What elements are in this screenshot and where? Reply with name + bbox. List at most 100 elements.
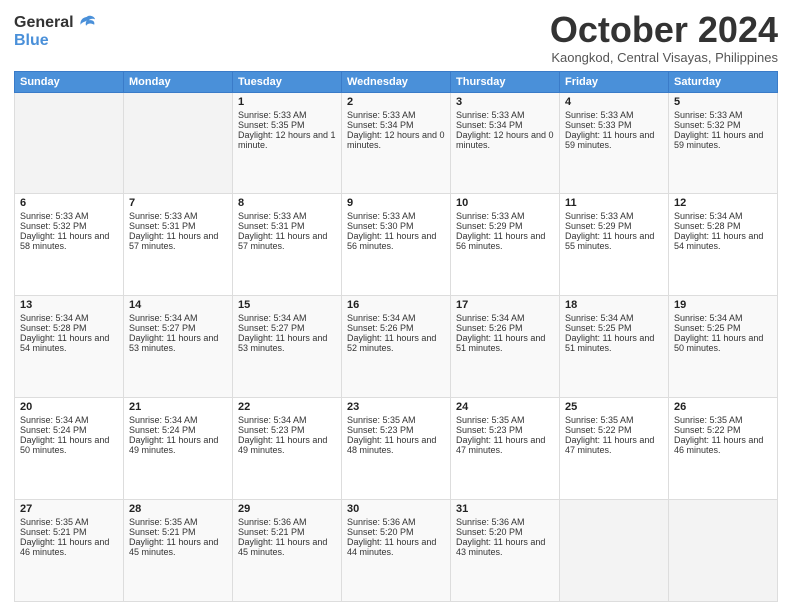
- sunrise-text: Sunrise: 5:34 AM: [565, 313, 663, 323]
- daylight-text: Daylight: 11 hours and 59 minutes.: [565, 130, 663, 150]
- sunrise-text: Sunrise: 5:36 AM: [456, 517, 554, 527]
- day-number: 7: [129, 197, 227, 209]
- daylight-text: Daylight: 11 hours and 54 minutes.: [674, 231, 772, 251]
- day-number: 23: [347, 401, 445, 413]
- sunrise-text: Sunrise: 5:33 AM: [565, 110, 663, 120]
- sunrise-text: Sunrise: 5:34 AM: [129, 415, 227, 425]
- sunrise-text: Sunrise: 5:34 AM: [674, 211, 772, 221]
- sunset-text: Sunset: 5:23 PM: [238, 425, 336, 435]
- header: General Blue October 2024 Kaongkod, Cent…: [14, 10, 778, 65]
- calendar-cell: 17Sunrise: 5:34 AMSunset: 5:26 PMDayligh…: [451, 296, 560, 398]
- sunset-text: Sunset: 5:25 PM: [674, 323, 772, 333]
- daylight-text: Daylight: 11 hours and 55 minutes.: [565, 231, 663, 251]
- day-number: 12: [674, 197, 772, 209]
- week-row-4: 20Sunrise: 5:34 AMSunset: 5:24 PMDayligh…: [15, 398, 778, 500]
- title-section: October 2024 Kaongkod, Central Visayas, …: [550, 10, 778, 65]
- sunrise-text: Sunrise: 5:34 AM: [674, 313, 772, 323]
- day-number: 30: [347, 503, 445, 515]
- sunset-text: Sunset: 5:21 PM: [129, 527, 227, 537]
- week-row-2: 6Sunrise: 5:33 AMSunset: 5:32 PMDaylight…: [15, 194, 778, 296]
- daylight-text: Daylight: 11 hours and 57 minutes.: [238, 231, 336, 251]
- sunrise-text: Sunrise: 5:36 AM: [238, 517, 336, 527]
- daylight-text: Daylight: 11 hours and 49 minutes.: [129, 435, 227, 455]
- calendar-cell: 19Sunrise: 5:34 AMSunset: 5:25 PMDayligh…: [669, 296, 778, 398]
- sunset-text: Sunset: 5:26 PM: [347, 323, 445, 333]
- calendar-cell: 13Sunrise: 5:34 AMSunset: 5:28 PMDayligh…: [15, 296, 124, 398]
- logo: General Blue: [14, 14, 96, 50]
- sunrise-text: Sunrise: 5:36 AM: [347, 517, 445, 527]
- calendar-cell: 24Sunrise: 5:35 AMSunset: 5:23 PMDayligh…: [451, 398, 560, 500]
- sunrise-text: Sunrise: 5:35 AM: [20, 517, 118, 527]
- day-number: 4: [565, 96, 663, 108]
- week-row-3: 13Sunrise: 5:34 AMSunset: 5:28 PMDayligh…: [15, 296, 778, 398]
- sunset-text: Sunset: 5:24 PM: [129, 425, 227, 435]
- sunrise-text: Sunrise: 5:33 AM: [129, 211, 227, 221]
- calendar-cell: [15, 92, 124, 194]
- calendar-cell: 27Sunrise: 5:35 AMSunset: 5:21 PMDayligh…: [15, 500, 124, 602]
- week-row-1: 1Sunrise: 5:33 AMSunset: 5:35 PMDaylight…: [15, 92, 778, 194]
- calendar-cell: [560, 500, 669, 602]
- weekday-header-saturday: Saturday: [669, 71, 778, 92]
- daylight-text: Daylight: 11 hours and 48 minutes.: [347, 435, 445, 455]
- sunrise-text: Sunrise: 5:34 AM: [238, 415, 336, 425]
- daylight-text: Daylight: 11 hours and 57 minutes.: [129, 231, 227, 251]
- calendar-cell: 1Sunrise: 5:33 AMSunset: 5:35 PMDaylight…: [233, 92, 342, 194]
- sunrise-text: Sunrise: 5:33 AM: [456, 110, 554, 120]
- calendar-cell: [124, 92, 233, 194]
- day-number: 16: [347, 299, 445, 311]
- calendar-table: SundayMondayTuesdayWednesdayThursdayFrid…: [14, 71, 778, 602]
- location-subtitle: Kaongkod, Central Visayas, Philippines: [550, 50, 778, 65]
- day-number: 26: [674, 401, 772, 413]
- sunrise-text: Sunrise: 5:35 AM: [456, 415, 554, 425]
- day-number: 17: [456, 299, 554, 311]
- day-number: 5: [674, 96, 772, 108]
- sunrise-text: Sunrise: 5:35 AM: [674, 415, 772, 425]
- calendar-cell: 29Sunrise: 5:36 AMSunset: 5:21 PMDayligh…: [233, 500, 342, 602]
- sunset-text: Sunset: 5:27 PM: [238, 323, 336, 333]
- day-number: 28: [129, 503, 227, 515]
- daylight-text: Daylight: 11 hours and 45 minutes.: [238, 537, 336, 557]
- day-number: 18: [565, 299, 663, 311]
- calendar-cell: 10Sunrise: 5:33 AMSunset: 5:29 PMDayligh…: [451, 194, 560, 296]
- sunrise-text: Sunrise: 5:33 AM: [347, 110, 445, 120]
- sunset-text: Sunset: 5:22 PM: [565, 425, 663, 435]
- day-number: 14: [129, 299, 227, 311]
- calendar-cell: 23Sunrise: 5:35 AMSunset: 5:23 PMDayligh…: [342, 398, 451, 500]
- day-number: 29: [238, 503, 336, 515]
- day-number: 25: [565, 401, 663, 413]
- day-number: 13: [20, 299, 118, 311]
- sunset-text: Sunset: 5:20 PM: [347, 527, 445, 537]
- daylight-text: Daylight: 11 hours and 49 minutes.: [238, 435, 336, 455]
- calendar-cell: 9Sunrise: 5:33 AMSunset: 5:30 PMDaylight…: [342, 194, 451, 296]
- sunset-text: Sunset: 5:32 PM: [674, 120, 772, 130]
- calendar-cell: 8Sunrise: 5:33 AMSunset: 5:31 PMDaylight…: [233, 194, 342, 296]
- sunset-text: Sunset: 5:20 PM: [456, 527, 554, 537]
- day-number: 9: [347, 197, 445, 209]
- daylight-text: Daylight: 11 hours and 51 minutes.: [456, 333, 554, 353]
- day-number: 21: [129, 401, 227, 413]
- daylight-text: Daylight: 11 hours and 59 minutes.: [674, 130, 772, 150]
- calendar-cell: 2Sunrise: 5:33 AMSunset: 5:34 PMDaylight…: [342, 92, 451, 194]
- page: General Blue October 2024 Kaongkod, Cent…: [0, 0, 792, 612]
- calendar-cell: 20Sunrise: 5:34 AMSunset: 5:24 PMDayligh…: [15, 398, 124, 500]
- daylight-text: Daylight: 11 hours and 46 minutes.: [674, 435, 772, 455]
- calendar-cell: 31 Sunrise: 5:36 AMSunset: 5:20 PMDayligh…: [451, 500, 560, 602]
- month-title: October 2024: [550, 10, 778, 50]
- day-number: 22: [238, 401, 336, 413]
- calendar-cell: 14Sunrise: 5:34 AMSunset: 5:27 PMDayligh…: [124, 296, 233, 398]
- logo-text-blue: Blue: [14, 32, 49, 49]
- daylight-text: Daylight: 11 hours and 43 minutes.: [456, 537, 554, 557]
- sunset-text: Sunset: 5:31 PM: [238, 221, 336, 231]
- sunset-text: Sunset: 5:28 PM: [674, 221, 772, 231]
- weekday-header-row: SundayMondayTuesdayWednesdayThursdayFrid…: [15, 71, 778, 92]
- daylight-text: Daylight: 11 hours and 53 minutes.: [238, 333, 336, 353]
- day-number: 1: [238, 96, 336, 108]
- daylight-text: Daylight: 11 hours and 56 minutes.: [347, 231, 445, 251]
- calendar-cell: 7Sunrise: 5:33 AMSunset: 5:31 PMDaylight…: [124, 194, 233, 296]
- day-number: 31: [456, 503, 554, 515]
- day-number: 10: [456, 197, 554, 209]
- sunrise-text: Sunrise: 5:33 AM: [347, 211, 445, 221]
- calendar-cell: 11Sunrise: 5:33 AMSunset: 5:29 PMDayligh…: [560, 194, 669, 296]
- sunrise-text: Sunrise: 5:35 AM: [347, 415, 445, 425]
- daylight-text: Daylight: 12 hours and 0 minutes.: [347, 130, 445, 150]
